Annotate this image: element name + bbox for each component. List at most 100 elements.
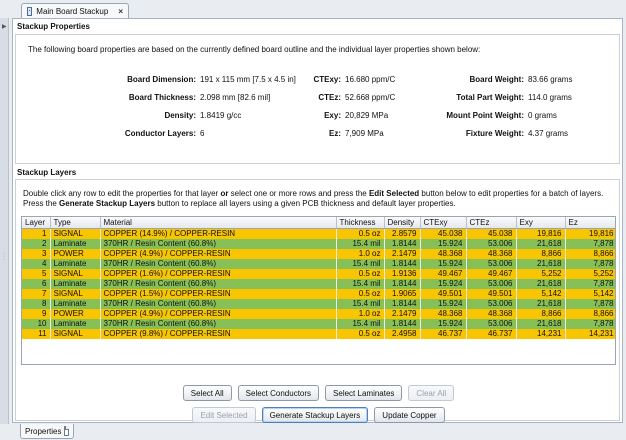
clear-all-button[interactable]: Clear All bbox=[408, 385, 455, 401]
cell-layer: 4 bbox=[22, 258, 51, 269]
column-header-ez[interactable]: Ez bbox=[565, 217, 615, 229]
property-key: Mount Point Weight: bbox=[446, 111, 524, 120]
cell-ctexy: 15.924 bbox=[420, 238, 467, 249]
table-row[interactable]: 5 SIGNAL COPPER (1.6%) / COPPER-RESIN 0.5 o… bbox=[22, 268, 615, 279]
layers-table[interactable]: Layer Type Material Thickness Density CT… bbox=[21, 216, 616, 365]
instruction-text: select one or more rows and press the bbox=[228, 189, 369, 198]
stackup-properties-title: Stackup Properties bbox=[17, 22, 90, 31]
property-key: Exy: bbox=[324, 111, 341, 120]
cell-ez: 5,252 bbox=[565, 268, 615, 279]
editor-tab-strip: Main Board Stackup × bbox=[0, 0, 626, 18]
cell-exy: 5,142 bbox=[516, 288, 566, 299]
cell-density: 2.1479 bbox=[384, 308, 421, 319]
stackup-properties-box: The following board properties are based… bbox=[15, 34, 620, 164]
column-header-exy[interactable]: Exy bbox=[516, 217, 566, 229]
table-row[interactable]: 7 SIGNAL COPPER (1.5%) / COPPER-RESIN 0.5 o… bbox=[22, 288, 615, 299]
generate-stackup-layers-button[interactable]: Generate Stackup Layers bbox=[261, 407, 369, 423]
table-row[interactable]: 11 SIGNAL COPPER (9.8%) / COPPER-RESIN 0.5 … bbox=[22, 328, 615, 339]
cell-material: 370HR / Resin Content (60.8%) bbox=[100, 278, 337, 289]
column-header-type[interactable]: Type bbox=[50, 217, 101, 229]
cell-density: 1.9065 bbox=[384, 288, 421, 299]
cell-exy: 8,866 bbox=[516, 308, 566, 319]
cell-layer: 5 bbox=[22, 268, 51, 279]
cell-material: COPPER (1.6%) / COPPER-RESIN bbox=[100, 268, 337, 279]
cell-ez: 14,231 bbox=[565, 328, 615, 339]
cell-thickness: 0.5 oz bbox=[336, 268, 385, 279]
cell-thickness: 15.4 mil bbox=[336, 318, 385, 329]
cell-thickness: 15.4 mil bbox=[336, 238, 385, 249]
cell-material: 370HR / Resin Content (60.8%) bbox=[100, 318, 337, 329]
column-header-thickness[interactable]: Thickness bbox=[336, 217, 385, 229]
cell-ez: 7,878 bbox=[565, 318, 615, 329]
table-row[interactable]: 8 Laminate 370HR / Resin Content (60.8%) 15… bbox=[22, 298, 615, 309]
instruction-text: Press the bbox=[23, 199, 60, 208]
close-icon[interactable]: × bbox=[118, 7, 123, 16]
table-header-row: Layer Type Material Thickness Density CT… bbox=[22, 217, 615, 229]
cell-layer: 6 bbox=[22, 278, 51, 289]
cell-type: Laminate bbox=[50, 298, 101, 309]
select-all-button[interactable]: Select All bbox=[182, 385, 232, 401]
cell-exy: 8,866 bbox=[516, 248, 566, 259]
instruction-text: button below to edit properties for a ba… bbox=[419, 189, 604, 198]
cell-ctez: 48.368 bbox=[466, 308, 517, 319]
cell-exy: 21,618 bbox=[516, 258, 566, 269]
tab-main-board-stackup[interactable]: Main Board Stackup × bbox=[21, 3, 129, 18]
cell-material: COPPER (1.5%) / COPPER-RESIN bbox=[100, 288, 337, 299]
cell-ctexy: 46.737 bbox=[420, 328, 467, 339]
cell-layer: 10 bbox=[22, 318, 51, 329]
cell-thickness: 0.5 oz bbox=[336, 228, 385, 239]
property-key: Board Dimension: bbox=[127, 75, 196, 84]
expand-arrow-icon[interactable]: ▶ bbox=[2, 23, 7, 30]
edit-selected-button[interactable]: Edit Selected bbox=[192, 407, 256, 423]
property-value: 6 bbox=[200, 129, 205, 138]
cell-ctexy: 49.467 bbox=[420, 268, 467, 279]
cell-ctexy: 48.368 bbox=[420, 248, 467, 259]
cell-thickness: 0.5 oz bbox=[336, 328, 385, 339]
update-copper-button[interactable]: Update Copper bbox=[374, 407, 445, 423]
table-row[interactable]: 9 POWER COPPER (4.9%) / COPPER-RESIN 1.0 oz… bbox=[22, 308, 615, 319]
tab-label: Properties bbox=[25, 426, 62, 436]
cell-ez: 19,816 bbox=[565, 228, 615, 239]
column-header-ctexy[interactable]: CTExy bbox=[420, 217, 467, 229]
cell-layer: 8 bbox=[22, 298, 51, 309]
property-value: 7,909 MPa bbox=[345, 129, 384, 138]
cell-ctexy: 15.924 bbox=[420, 298, 467, 309]
cell-material: COPPER (4.9%) / COPPER-RESIN bbox=[100, 308, 337, 319]
column-header-ctez[interactable]: CTEz bbox=[466, 217, 517, 229]
column-header-layer[interactable]: Layer bbox=[22, 217, 51, 229]
cell-density: 1.8144 bbox=[384, 298, 421, 309]
cell-layer: 9 bbox=[22, 308, 51, 319]
board-thickness-row: Board Thickness: 2.098 mm [82.6 mil] bbox=[76, 93, 270, 102]
cell-type: POWER bbox=[50, 308, 101, 319]
table-row[interactable]: 1 SIGNAL COPPER (14.9%) / COPPER-RESIN 0.5 … bbox=[22, 228, 615, 239]
resize-grip-icon[interactable]: · · · bbox=[3, 250, 5, 263]
select-conductors-button[interactable]: Select Conductors bbox=[237, 385, 320, 401]
fixture-weight-row: Fixture Weight: 4.37 grams bbox=[424, 129, 568, 138]
table-row[interactable]: 3 POWER COPPER (4.9%) / COPPER-RESIN 1.0 oz… bbox=[22, 248, 615, 259]
cell-exy: 19,816 bbox=[516, 228, 566, 239]
table-row[interactable]: 6 Laminate 370HR / Resin Content (60.8%) 15… bbox=[22, 278, 615, 289]
column-header-density[interactable]: Density bbox=[384, 217, 421, 229]
layers-instructions: Double click any row to edit the propert… bbox=[23, 189, 603, 209]
property-value: 83.66 grams bbox=[528, 75, 573, 84]
table-row[interactable]: 10 Laminate 370HR / Resin Content (60.8%) 1… bbox=[22, 318, 615, 329]
table-row[interactable]: 2 Laminate 370HR / Resin Content (60.8%) 15… bbox=[22, 238, 615, 249]
stackup-window-icon bbox=[27, 6, 33, 16]
property-key: Board Thickness: bbox=[128, 93, 196, 102]
property-key: Ez: bbox=[329, 129, 341, 138]
cell-thickness: 1.0 oz bbox=[336, 308, 385, 319]
cell-type: Laminate bbox=[50, 258, 101, 269]
cell-material: 370HR / Resin Content (60.8%) bbox=[100, 258, 337, 269]
cell-density: 1.8144 bbox=[384, 318, 421, 329]
property-key: Total Part Weight: bbox=[456, 93, 524, 102]
select-laminates-button[interactable]: Select Laminates bbox=[325, 385, 403, 401]
exy-row: Exy: 20,829 MPa bbox=[301, 111, 388, 120]
document-icon bbox=[64, 426, 69, 436]
cell-type: Laminate bbox=[50, 238, 101, 249]
cell-type: POWER bbox=[50, 248, 101, 259]
column-header-material[interactable]: Material bbox=[100, 217, 337, 229]
property-value: 0 grams bbox=[528, 111, 557, 120]
tab-properties[interactable]: Properties bbox=[20, 424, 74, 439]
cell-ctez: 53.006 bbox=[466, 298, 517, 309]
table-row[interactable]: 4 Laminate 370HR / Resin Content (60.8%) 15… bbox=[22, 258, 615, 269]
